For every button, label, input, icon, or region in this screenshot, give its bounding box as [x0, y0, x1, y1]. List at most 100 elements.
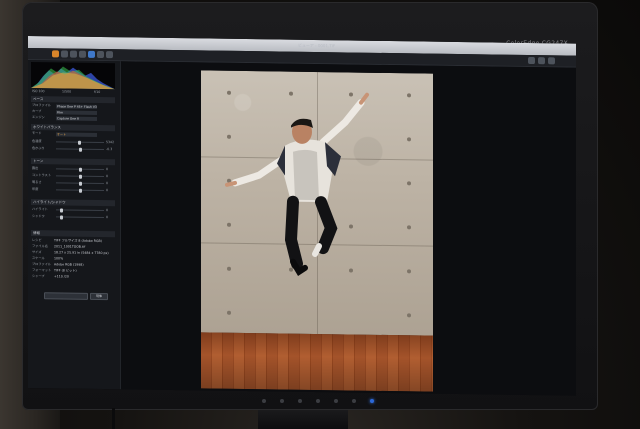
info-label: レシピ [32, 238, 42, 243]
row-highlight: ハイライト 0 [32, 207, 114, 213]
color-icon[interactable] [88, 50, 95, 58]
row-kelvin: 色温度 5342 [32, 139, 114, 145]
info-label: プロファイル [32, 262, 52, 267]
tint-value: -0.3 [106, 147, 113, 152]
brightness-slider[interactable] [56, 181, 104, 186]
zoom-icon[interactable] [528, 56, 535, 65]
shadow-value: 0 [106, 215, 109, 220]
tint-knob[interactable] [79, 147, 82, 152]
exposure-slider[interactable] [56, 167, 104, 172]
power-button[interactable] [370, 399, 374, 403]
row-shadow: シャドウ 0 [32, 214, 114, 220]
row-wb-mode: モード オート [32, 131, 114, 137]
shutter-label: 1/500 [62, 89, 72, 94]
section-info[interactable]: 情報 [31, 230, 115, 238]
adjust-icon[interactable] [79, 50, 86, 58]
folder-icon[interactable] [70, 50, 77, 58]
viewer-photo[interactable] [201, 70, 433, 392]
iso-label: ISO 100 [32, 89, 45, 94]
row-brightness: 明るさ 0 [32, 180, 114, 186]
saturation-value: 0 [106, 188, 109, 193]
row-tint: 色かぶり -0.3 [32, 146, 114, 152]
monitor-button[interactable] [298, 399, 302, 403]
info-value: 18.27 x 25.91 in (5484 x 7780 px) [54, 250, 109, 256]
exposure-value: 0 [106, 167, 109, 172]
section-highlight-shadow[interactable]: ハイライト/シャドウ [31, 199, 115, 207]
photo-scene: ColorEdge CG247X ビューア - 0001.TIF 165 187… [0, 0, 640, 429]
monitor-button[interactable] [316, 399, 320, 403]
row-engine: エンジン Capture One 8 [32, 115, 114, 121]
monitor-cable [112, 408, 115, 429]
row-kelvin-label: 色温度 [32, 139, 42, 144]
kelvin-value: 5342 [106, 140, 115, 145]
row-exposure-label: 露出 [32, 166, 39, 171]
shadow-knob[interactable] [60, 214, 63, 219]
jumping-person [225, 92, 369, 277]
camera-icon[interactable] [61, 50, 68, 58]
info-value: Adobe RGB (1998) [54, 262, 84, 267]
row-brightness-label: 明るさ [32, 180, 42, 185]
row-engine-label: エンジン [32, 115, 45, 120]
monitor-button[interactable] [334, 399, 338, 403]
histogram-graph [31, 66, 115, 90]
saturation-slider[interactable] [56, 188, 104, 193]
row-shadow-label: シャドウ [32, 214, 45, 219]
row-contrast-label: コントラスト [32, 173, 52, 178]
row-exposure: 露出 0 [32, 166, 114, 172]
brightness-value: 0 [106, 181, 109, 186]
info-row: シャープ +110 /20 [32, 274, 114, 280]
section-tone[interactable]: トーン [31, 158, 115, 166]
info-value: +110 /20 [54, 274, 69, 279]
monitor-screen: ビューア - 0001.TIF 165 187 164 165 [28, 36, 576, 396]
saturation-knob[interactable] [79, 188, 82, 193]
monitor-button[interactable] [280, 399, 284, 403]
highlight-knob[interactable] [60, 207, 63, 212]
row-contrast: コントラスト 0 [32, 173, 114, 179]
brightness-knob[interactable] [79, 181, 82, 186]
info-label: サイズ [32, 250, 42, 255]
highlight-value: 0 [106, 208, 109, 213]
profile-select[interactable]: Phase One P 45+ Flash V3 [56, 103, 97, 109]
process-button[interactable]: 現像 [90, 292, 108, 301]
info-value: TIFF (8 ビット) [54, 268, 77, 273]
contrast-knob[interactable] [79, 174, 82, 179]
monitor-button[interactable] [352, 399, 356, 403]
tint-slider[interactable] [56, 147, 104, 152]
shadow-slider[interactable] [56, 214, 104, 219]
settings-icon[interactable] [106, 51, 113, 59]
histogram [31, 62, 115, 90]
wb-mode-select[interactable]: オート [56, 131, 97, 137]
kelvin-knob[interactable] [78, 140, 81, 145]
section-basic[interactable]: ベース [31, 96, 115, 104]
aperture-label: f/10 [94, 89, 101, 95]
exposure-knob[interactable] [79, 167, 82, 172]
info-value: 2011_1001TOOB.tif [54, 244, 86, 249]
exif-row: ISO 100 1/500 f/10 [32, 89, 114, 95]
row-profile-label: プロファイル [32, 103, 52, 108]
adjustment-panel: ISO 100 1/500 f/10 ベース プロファイル Phase One … [28, 60, 121, 390]
info-label: フォーマット [32, 268, 52, 273]
contrast-slider[interactable] [56, 174, 104, 179]
row-tint-label: 色かぶり [32, 146, 45, 151]
section-white-balance[interactable]: ホワイトバランス [31, 124, 115, 132]
row-curve-label: カーブ [32, 109, 42, 114]
highlight-slider[interactable] [56, 207, 104, 212]
image-viewer[interactable] [121, 61, 576, 396]
info-label: スケール [32, 256, 45, 261]
kelvin-slider[interactable] [56, 140, 104, 145]
import-icon[interactable] [52, 50, 59, 58]
info-value: TIFF フルサイズ 8 (Adobe RGB) [54, 238, 102, 244]
engine-select[interactable]: Capture One 8 [56, 115, 97, 121]
info-label: シャープ [32, 274, 45, 279]
progress-bar [44, 292, 88, 300]
monitor-stand [258, 410, 348, 429]
grid-icon[interactable] [538, 57, 545, 65]
monitor-button[interactable] [262, 399, 266, 403]
curve-select[interactable]: Film [56, 109, 97, 115]
info-value: 100% [54, 256, 64, 261]
row-saturation: 彩度 0 [32, 187, 114, 193]
contrast-value: 0 [106, 174, 109, 179]
export-icon[interactable] [97, 50, 104, 59]
fullscreen-icon[interactable] [548, 57, 555, 65]
info-label: ファイル名 [32, 244, 48, 249]
